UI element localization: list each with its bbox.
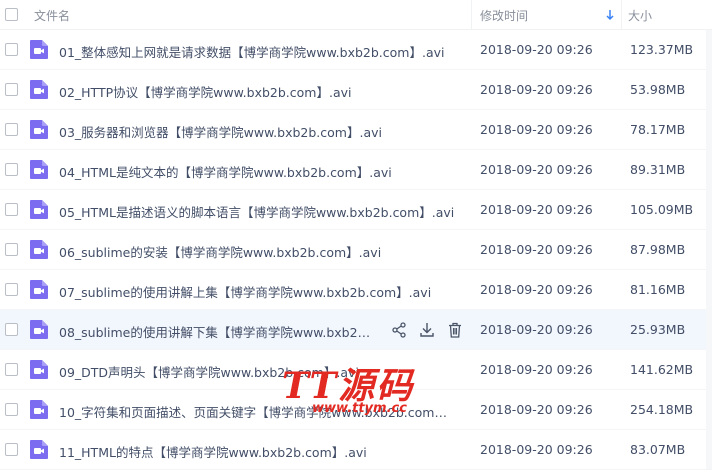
file-list-header: 文件名 修改时间 大小 xyxy=(0,0,712,30)
row-checkbox[interactable] xyxy=(5,163,18,176)
video-file-icon xyxy=(30,40,48,59)
file-name[interactable]: 08_sublime的使用讲解下集【博学商学院www.bxb2b.co... xyxy=(59,322,377,341)
delete-icon[interactable] xyxy=(446,321,464,339)
file-name[interactable]: 05_HTML是描述语义的脚本语言【博学商学院www.bxb2b.com】.av… xyxy=(59,202,454,221)
video-file-icon xyxy=(30,80,48,99)
column-header-name[interactable]: 文件名 xyxy=(34,7,70,24)
file-name[interactable]: 04_HTML是纯文本的【博学商学院www.bxb2b.com】.avi xyxy=(59,162,392,181)
video-file-icon xyxy=(30,120,48,139)
file-row[interactable]: 06_sublime的安装【博学商学院www.bxb2b.com】.avi 201… xyxy=(0,230,712,270)
video-file-icon xyxy=(30,280,48,299)
row-checkbox[interactable] xyxy=(5,243,18,256)
video-file-icon xyxy=(30,240,48,259)
video-file-icon xyxy=(30,200,48,219)
file-name[interactable]: 11_HTML的特点【博学商学院www.bxb2b.com】.avi xyxy=(59,442,367,461)
file-size: 81.16MB xyxy=(630,282,686,297)
file-size: 87.98MB xyxy=(630,242,686,257)
file-name[interactable]: 01_整体感知上网就是请求数据【博学商学院www.bxb2b.com】.avi xyxy=(59,42,444,61)
file-modified-time: 2018-09-20 09:26 xyxy=(480,162,593,177)
file-size: 141.62MB xyxy=(630,362,694,377)
file-modified-time: 2018-09-20 09:26 xyxy=(480,202,593,217)
column-divider[interactable] xyxy=(471,0,472,30)
column-divider[interactable] xyxy=(621,0,622,30)
video-file-icon xyxy=(30,160,48,179)
file-row[interactable]: 11_HTML的特点【博学商学院www.bxb2b.com】.avi 2018-0… xyxy=(0,430,712,470)
file-name[interactable]: 03_服务器和浏览器【博学商学院www.bxb2b.com】.avi xyxy=(59,122,382,141)
file-modified-time: 2018-09-20 09:26 xyxy=(480,122,593,137)
row-checkbox[interactable] xyxy=(5,443,18,456)
file-list: 01_整体感知上网就是请求数据【博学商学院www.bxb2b.com】.avi 2… xyxy=(0,30,712,470)
row-checkbox[interactable] xyxy=(5,323,18,336)
file-size: 53.98MB xyxy=(630,82,686,97)
file-row[interactable]: 08_sublime的使用讲解下集【博学商学院www.bxb2b.co... 20… xyxy=(0,310,712,350)
file-name[interactable]: 10_字符集和页面描述、页面关键字【博学商学院www.bxb2b.com】.av… xyxy=(59,402,459,421)
file-row[interactable]: 09_DTD声明头【博学商学院www.bxb2b.com】.avi 2018-09… xyxy=(0,350,712,390)
file-row[interactable]: 03_服务器和浏览器【博学商学院www.bxb2b.com】.avi 2018-0… xyxy=(0,110,712,150)
file-modified-time: 2018-09-20 09:26 xyxy=(480,82,593,97)
share-icon[interactable] xyxy=(390,321,408,339)
row-checkbox[interactable] xyxy=(5,203,18,216)
row-checkbox[interactable] xyxy=(5,83,18,96)
file-row[interactable]: 07_sublime的使用讲解上集【博学商学院www.bxb2b.com】.av… xyxy=(0,270,712,310)
file-row[interactable]: 10_字符集和页面描述、页面关键字【博学商学院www.bxb2b.com】.av… xyxy=(0,390,712,430)
row-checkbox[interactable] xyxy=(5,403,18,416)
download-icon[interactable] xyxy=(418,321,436,339)
row-checkbox[interactable] xyxy=(5,43,18,56)
file-size: 105.09MB xyxy=(630,202,694,217)
video-file-icon xyxy=(30,400,48,419)
scrollbar[interactable] xyxy=(706,30,712,469)
file-name[interactable]: 09_DTD声明头【博学商学院www.bxb2b.com】.avi xyxy=(59,362,359,381)
video-file-icon xyxy=(30,360,48,379)
file-size: 89.31MB xyxy=(630,162,686,177)
file-modified-time: 2018-09-20 09:26 xyxy=(480,42,593,57)
file-modified-time: 2018-09-20 09:26 xyxy=(480,402,593,417)
file-name[interactable]: 07_sublime的使用讲解上集【博学商学院www.bxb2b.com】.av… xyxy=(59,282,431,301)
file-modified-time: 2018-09-20 09:26 xyxy=(480,242,593,257)
file-row[interactable]: 02_HTTP协议【博学商学院www.bxb2b.com】.avi 2018-09… xyxy=(0,70,712,110)
video-file-icon xyxy=(30,320,48,339)
file-size: 83.07MB xyxy=(630,442,686,457)
file-size: 123.37MB xyxy=(630,42,694,57)
file-name[interactable]: 02_HTTP协议【博学商学院www.bxb2b.com】.avi xyxy=(59,82,351,101)
file-modified-time: 2018-09-20 09:26 xyxy=(480,362,593,377)
file-size: 25.93MB xyxy=(630,322,686,337)
column-header-size[interactable]: 大小 xyxy=(628,7,652,24)
file-row[interactable]: 01_整体感知上网就是请求数据【博学商学院www.bxb2b.com】.avi 2… xyxy=(0,30,712,70)
file-name[interactable]: 06_sublime的安装【博学商学院www.bxb2b.com】.avi xyxy=(59,242,381,261)
file-size: 254.18MB xyxy=(630,402,694,417)
file-row[interactable]: 05_HTML是描述语义的脚本语言【博学商学院www.bxb2b.com】.av… xyxy=(0,190,712,230)
file-size: 78.17MB xyxy=(630,122,686,137)
row-actions xyxy=(390,321,464,339)
file-modified-time: 2018-09-20 09:26 xyxy=(480,322,593,337)
video-file-icon xyxy=(30,440,48,459)
file-modified-time: 2018-09-20 09:26 xyxy=(480,442,593,457)
row-checkbox[interactable] xyxy=(5,363,18,376)
row-checkbox[interactable] xyxy=(5,123,18,136)
column-header-time[interactable]: 修改时间 xyxy=(480,7,528,24)
row-checkbox[interactable] xyxy=(5,283,18,296)
select-all-checkbox[interactable] xyxy=(5,8,18,21)
file-modified-time: 2018-09-20 09:26 xyxy=(480,282,593,297)
sort-descending-icon[interactable] xyxy=(606,9,614,21)
file-row[interactable]: 04_HTML是纯文本的【博学商学院www.bxb2b.com】.avi 2018… xyxy=(0,150,712,190)
